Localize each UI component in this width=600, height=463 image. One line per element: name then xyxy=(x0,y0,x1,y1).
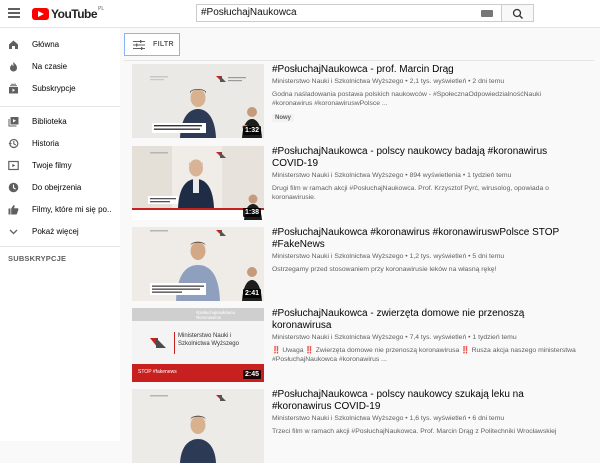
warning-icon: ‼️ xyxy=(461,347,470,354)
upload-age: 1 tydzień temu xyxy=(472,334,517,341)
sidebar-item-label: Pokaż więcej xyxy=(32,226,79,236)
sidebar-item-label: Biblioteka xyxy=(32,116,67,126)
video-meta: Ministerstwo Nauki i Szkolnictwa Wyższeg… xyxy=(272,172,512,179)
thumbnail-hashtags: #posłuchajnaukowca #koronawirus xyxy=(196,310,235,320)
channel-name[interactable]: Ministerstwo Nauki i Szkolnictwa Wyższeg… xyxy=(272,78,403,85)
video-title[interactable]: #PosłuchajNaukowca - polscy naukowcy szu… xyxy=(272,389,584,413)
channel-name[interactable]: Ministerstwo Nauki i Szkolnictwa Wyższeg… xyxy=(272,253,403,260)
thumbnail-stop-label: STOP #fakenews xyxy=(138,369,177,375)
video-result[interactable]: 1:32 #PosłuchajNaukowca - prof. Marcin D… xyxy=(132,64,592,138)
channel-name[interactable]: Ministerstwo Nauki i Szkolnictwa Wyższeg… xyxy=(272,172,403,179)
video-thumbnail[interactable]: 1:38 xyxy=(132,146,264,220)
sidebar-item-label: Do obejrzenia xyxy=(32,182,82,192)
upload-age: 1 tydzień temu xyxy=(467,172,512,179)
chevron-down-icon xyxy=(8,226,19,237)
history-icon xyxy=(8,138,19,149)
sidebar-item-liked-videos[interactable]: Filmy, które mi się po... xyxy=(0,198,120,220)
video-meta: Ministerstwo Nauki i Szkolnictwa Wyższeg… xyxy=(272,415,505,422)
search-value: #PosłuchajNaukowca xyxy=(201,7,297,18)
video-title[interactable]: #PosłuchajNaukowca - polscy naukowcy bad… xyxy=(272,146,584,170)
sidebar-item-library[interactable]: Biblioteka xyxy=(0,110,120,132)
video-title[interactable]: #PosłuchajNaukowca #koronawirus #koronaw… xyxy=(272,227,584,251)
video-duration: 2:41 xyxy=(242,289,261,298)
view-count: 1,6 tys. wyświetleń xyxy=(409,415,467,422)
new-badge: Nowy xyxy=(272,114,295,122)
home-icon xyxy=(8,39,19,50)
video-description: Drugi film w ramach akcji #PosłuchajNauk… xyxy=(272,185,549,201)
sidebar-item-your-videos[interactable]: Twoje filmy xyxy=(0,154,120,176)
sidebar-item-subscriptions[interactable]: Subskrypcje xyxy=(0,77,120,99)
video-description: Trzeci film w ramach akcji #PosłuchajNau… xyxy=(272,428,557,435)
filter-divider xyxy=(124,60,594,61)
search-icon xyxy=(512,8,523,19)
view-count: 1,2 tys. wyświetleń xyxy=(409,253,467,260)
sidebar-item-watch-later[interactable]: Do obejrzenia xyxy=(0,176,120,198)
filter-label: FILTR xyxy=(153,41,174,48)
view-count: 2,1 tys. wyświetleń xyxy=(409,78,467,85)
keyboard-icon[interactable] xyxy=(481,10,493,17)
your-videos-icon xyxy=(8,160,19,171)
video-thumbnail[interactable]: 2:41 xyxy=(132,227,264,301)
sidebar-item-label: Na czasie xyxy=(32,61,68,71)
video-thumbnail[interactable]: #posłuchajnaukowca #koronawirus Minister… xyxy=(132,308,264,382)
video-result[interactable]: #posłuchajnaukowca #koronawirus Minister… xyxy=(132,308,592,382)
sidebar-item-trending[interactable]: Na czasie xyxy=(0,55,120,77)
search-results: FILTR 1:32 #PosłuchajNaukowca - prof. Ma… xyxy=(120,28,600,463)
top-bar: YouTube PL #PosłuchajNaukowca xyxy=(0,0,600,28)
youtube-play-icon xyxy=(32,8,49,20)
search-button[interactable] xyxy=(502,4,534,22)
video-thumbnail[interactable]: 1:32 xyxy=(132,64,264,138)
upload-age: 5 dni temu xyxy=(472,253,505,260)
sidebar-item-label: Główna xyxy=(32,39,60,49)
video-title[interactable]: #PosłuchajNaukowca - zwierzęta domowe ni… xyxy=(272,308,584,332)
filter-button[interactable]: FILTR xyxy=(124,33,180,56)
video-result[interactable]: #PosłuchajNaukowca - polscy naukowcy szu… xyxy=(132,389,592,463)
video-duration: 1:32 xyxy=(242,126,261,135)
menu-icon[interactable] xyxy=(8,8,20,18)
thumbs-up-icon xyxy=(8,204,19,215)
subscriptions-heading: SUBSKRYPCJE xyxy=(8,254,67,263)
view-count: 894 wyświetlenia xyxy=(409,172,461,179)
sidebar-item-history[interactable]: Historia xyxy=(0,132,120,154)
video-duration: 2:45 xyxy=(242,370,261,379)
video-result[interactable]: 2:41 #PosłuchajNaukowca #koronawirus #ko… xyxy=(132,227,592,301)
upload-age: 6 dni temu xyxy=(472,415,505,422)
sidebar-item-label: Filmy, które mi się po... xyxy=(32,204,112,214)
video-meta: Ministerstwo Nauki i Szkolnictwa Wyższeg… xyxy=(272,78,505,85)
video-thumbnail[interactable] xyxy=(132,389,264,463)
thumbnail-image xyxy=(132,389,264,463)
sidebar-item-label: Twoje filmy xyxy=(32,160,72,170)
logo-region: PL xyxy=(98,6,105,12)
warning-icon: ‼️ xyxy=(305,347,314,354)
subscriptions-icon xyxy=(8,83,19,94)
video-description: Ostrzegamy przed stosowaniem przy korona… xyxy=(272,266,497,273)
channel-name[interactable]: Ministerstwo Nauki i Szkolnictwa Wyższeg… xyxy=(272,415,403,422)
video-meta: Ministerstwo Nauki i Szkolnictwa Wyższeg… xyxy=(272,334,517,341)
channel-name[interactable]: Ministerstwo Nauki i Szkolnictwa Wyższeg… xyxy=(272,334,403,341)
video-description: Godna naśladowania postawa polskich nauk… xyxy=(272,91,542,107)
thumbnail-organization: Ministerstwo Nauki i Szkolnictwa Wyższeg… xyxy=(178,333,239,347)
video-title[interactable]: #PosłuchajNaukowca - prof. Marcin Drąg xyxy=(272,64,584,76)
sidebar-divider xyxy=(0,106,120,107)
sidebar: Główna Na czasie Subskrypcje Biblioteka … xyxy=(0,28,120,441)
sidebar-item-label: Historia xyxy=(32,138,60,148)
youtube-logo[interactable]: YouTube PL xyxy=(32,6,105,21)
view-count: 7,4 tys. wyświetleń xyxy=(409,334,467,341)
sidebar-item-label: Subskrypcje xyxy=(32,83,76,93)
video-duration: 1:38 xyxy=(242,208,261,217)
flame-icon xyxy=(8,61,19,72)
sidebar-item-show-more[interactable]: Pokaż więcej xyxy=(0,220,120,242)
video-description: ‼️ Uwaga ‼️ Zwierzęta domowe nie przenos… xyxy=(272,347,576,363)
upload-age: 2 dni temu xyxy=(472,78,505,85)
library-icon xyxy=(8,116,19,127)
filter-icon xyxy=(133,40,145,50)
video-result[interactable]: 1:38 #PosłuchajNaukowca - polscy naukowc… xyxy=(132,146,592,220)
video-meta: Ministerstwo Nauki i Szkolnictwa Wyższeg… xyxy=(272,253,505,260)
watch-later-icon xyxy=(8,182,19,193)
sidebar-item-home[interactable]: Główna xyxy=(0,33,120,55)
sidebar-divider xyxy=(0,246,120,247)
logo-text: YouTube xyxy=(51,7,98,21)
search-input[interactable]: #PosłuchajNaukowca xyxy=(196,4,502,22)
